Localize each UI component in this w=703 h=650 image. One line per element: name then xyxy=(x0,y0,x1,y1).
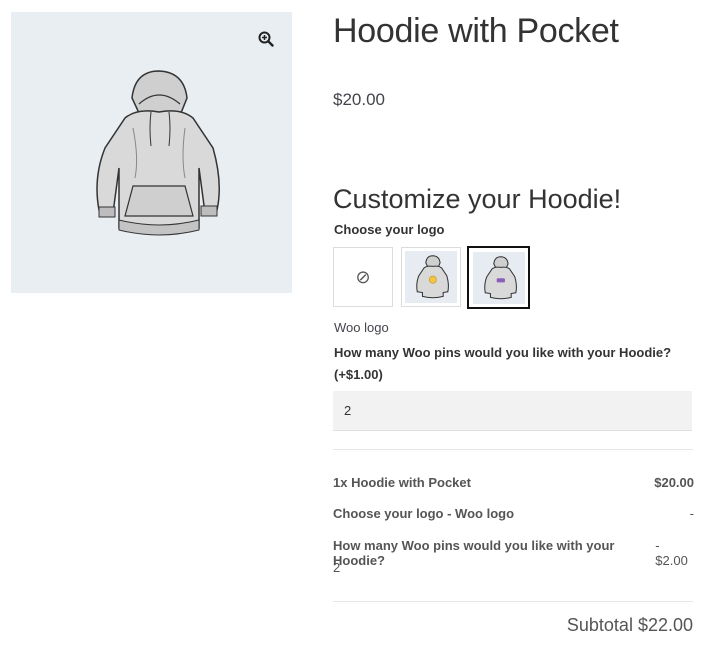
swatch-none[interactable]: ⊘ xyxy=(333,247,393,307)
no-entry-icon: ⊘ xyxy=(355,267,371,287)
hoodie-product-image[interactable] xyxy=(77,68,227,238)
divider xyxy=(333,601,693,602)
summary-row-product: 1x Hoodie with Pocket $20.00 xyxy=(333,475,694,490)
product-price: $20.00 xyxy=(333,90,385,109)
swatch-yellow-logo[interactable] xyxy=(401,247,461,307)
summary-label: 1x Hoodie with Pocket xyxy=(333,475,471,490)
summary-label: Choose your logo - Woo logo xyxy=(333,506,515,521)
divider xyxy=(333,449,693,450)
summary-pins-count: 2 xyxy=(333,560,341,575)
summary-label: How many Woo pins would you like with yo… xyxy=(333,538,615,568)
choose-logo-label: Choose your logo xyxy=(334,222,445,237)
product-gallery xyxy=(11,12,292,293)
summary-value: $20.00 xyxy=(654,475,694,490)
zoom-icon[interactable] xyxy=(255,28,277,50)
product-title: Hoodie with Pocket xyxy=(333,12,619,50)
subtotal: Subtotal $22.00 xyxy=(566,615,693,635)
hoodie-woo-logo-icon xyxy=(483,255,517,299)
summary-value: - xyxy=(689,506,694,521)
swatch-woo-logo[interactable] xyxy=(467,246,530,309)
pins-label: How many Woo pins would you like with yo… xyxy=(334,345,672,382)
summary-value: - $2.00 xyxy=(655,538,688,568)
hoodie-yellow-logo-icon xyxy=(416,255,449,299)
selected-logo-name: Woo logo xyxy=(334,320,389,335)
customizer-heading: Customize your Hoodie! xyxy=(333,184,622,214)
pins-quantity-input[interactable] xyxy=(333,391,692,431)
summary-row-logo: Choose your logo - Woo logo - xyxy=(333,506,694,521)
summary-row-pins: How many Woo pins would you like with yo… xyxy=(333,538,694,568)
